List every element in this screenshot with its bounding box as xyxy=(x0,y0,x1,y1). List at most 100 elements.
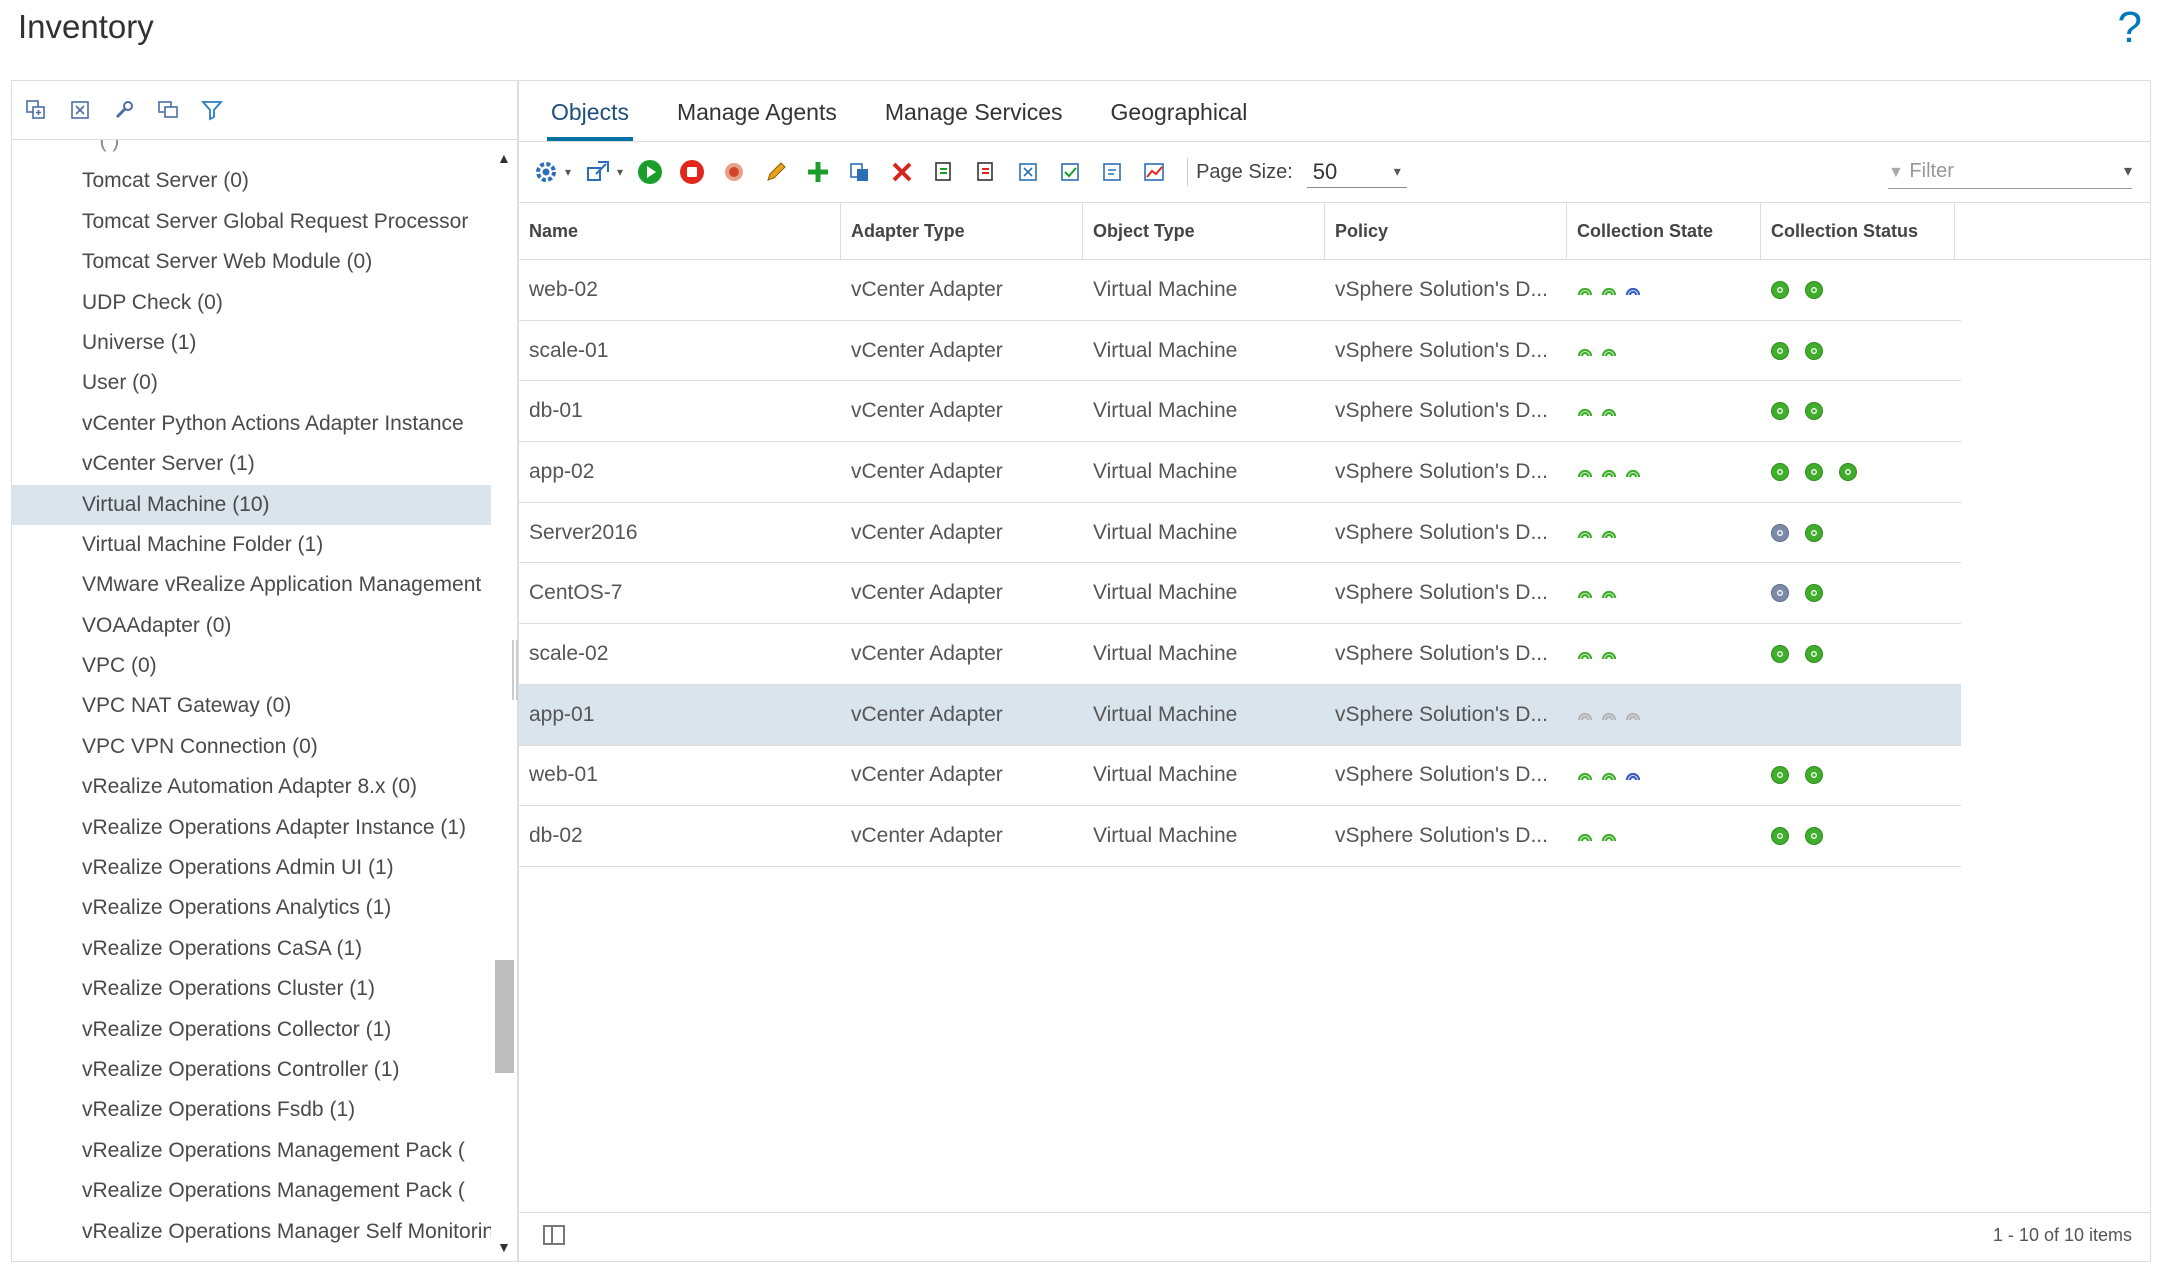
tree-item[interactable]: Tomcat Server (0) xyxy=(12,161,491,201)
inventory-tree-panel: ( ) Tomcat Server (0) Tomcat Server Glob… xyxy=(11,80,518,1262)
tree-item[interactable]: vRealize Automation Adapter 8.x (0) xyxy=(12,767,491,807)
table-row[interactable]: CentOS-7 vCenter Adapter Virtual Machine vS… xyxy=(519,563,1961,625)
column-header-adapter-type[interactable]: Adapter Type xyxy=(841,203,1083,259)
column-header-collection-state[interactable]: Collection State xyxy=(1567,203,1761,259)
scroll-down-arrow-icon[interactable]: ▼ xyxy=(497,1239,511,1255)
tree-item[interactable]: vCenter Python Actions Adapter Instance xyxy=(12,404,491,444)
collection-state-cell xyxy=(1567,260,1761,320)
tree-item[interactable]: vRealize Operations Fsdb (1) xyxy=(12,1090,491,1130)
add-icon[interactable] xyxy=(801,155,835,189)
page-size-label: Page Size: xyxy=(1196,160,1293,183)
tab-geographical[interactable]: Geographical xyxy=(1111,81,1248,141)
collection-status-cell xyxy=(1761,806,1955,866)
tree-item[interactable]: Universe (1) xyxy=(12,323,491,363)
tree-item[interactable]: vRealize Operations Controller (1) xyxy=(12,1050,491,1090)
table-row[interactable]: Server2016 vCenter Adapter Virtual Machine… xyxy=(519,503,1961,564)
add-group-icon[interactable] xyxy=(581,155,615,189)
column-header-collection-status[interactable]: Collection Status xyxy=(1761,203,1955,259)
table-row[interactable]: db-02 vCenter Adapter Virtual Machine vSphe… xyxy=(519,806,1961,867)
tree-item[interactable]: vRealize Operations Analytics (1) xyxy=(12,888,491,928)
import-icon[interactable] xyxy=(969,155,1003,189)
collection-state-cell xyxy=(1567,746,1761,806)
clone-icon[interactable] xyxy=(843,155,877,189)
collection-status-icon xyxy=(1771,280,1789,299)
tree-item[interactable]: VOAAdapter (0) xyxy=(12,606,491,646)
collection-status-icon xyxy=(1805,341,1823,360)
delete-icon[interactable] xyxy=(885,155,919,189)
tree-item[interactable]: vRealize Operations Manager Self Monitor… xyxy=(12,1212,491,1252)
chevron-down-icon[interactable]: ▾ xyxy=(565,165,571,179)
tree-item[interactable]: vRealize Operations Collector (1) xyxy=(12,1010,491,1050)
column-header-object-type[interactable]: Object Type xyxy=(1083,203,1325,259)
tree-item[interactable]: VMware vRealize Application Management xyxy=(12,565,491,605)
grid-body: web-02 vCenter Adapter Virtual Machine vSph… xyxy=(519,260,2150,867)
help-icon[interactable]: ? xyxy=(2118,6,2142,50)
policy-cell: vSphere Solution's D... xyxy=(1335,520,1548,544)
edit-pencil-icon[interactable] xyxy=(759,155,793,189)
table-row[interactable]: app-02 vCenter Adapter Virtual Machine vSph… xyxy=(519,442,1961,503)
collection-status-icon xyxy=(1805,402,1823,421)
tree-item[interactable]: User (0) xyxy=(12,363,491,403)
tree-scrollbar[interactable]: ▲ ▼ xyxy=(491,140,517,1261)
filter-input[interactable]: ▼ Filter ▾ xyxy=(1888,154,2132,189)
tree-item[interactable]: vRealize Operations Cluster (1) xyxy=(12,969,491,1009)
chevron-down-icon[interactable]: ▾ xyxy=(2124,161,2132,181)
tree-item[interactable]: vRealize Operations Management Pack ( xyxy=(12,1131,491,1171)
properties-icon[interactable] xyxy=(1095,155,1129,189)
tree-item[interactable]: Tomcat Server Global Request Processor xyxy=(12,202,491,242)
table-row[interactable]: web-01 vCenter Adapter Virtual Machine vSph… xyxy=(519,746,1961,807)
gear-icon[interactable] xyxy=(529,155,563,189)
tree-item[interactable]: Virtual Machine Folder (1) xyxy=(12,525,491,565)
tab-manage-agents[interactable]: Manage Agents xyxy=(677,81,837,141)
tree-item[interactable]: Tomcat Server Web Module (0) xyxy=(12,242,491,282)
table-row[interactable]: db-01 vCenter Adapter Virtual Machine vSphe… xyxy=(519,381,1961,443)
table-row[interactable]: app-01 vCenter Adapter Virtual Machine vSph… xyxy=(519,684,1961,746)
collection-state-cell xyxy=(1567,381,1761,441)
page-size-select[interactable]: 50 ▾ xyxy=(1306,157,1407,188)
scrollbar-thumb[interactable] xyxy=(495,960,514,1073)
collapse-all-icon[interactable] xyxy=(68,98,92,122)
table-row[interactable]: scale-02 vCenter Adapter Virtual Machine vS… xyxy=(519,624,1961,685)
tree-item[interactable]: vRealize Operations Admin UI (1) xyxy=(12,848,491,888)
tree-item-virtual-machine[interactable]: Virtual Machine (10) xyxy=(12,484,491,525)
tree-item[interactable]: VPC VPN Connection (0) xyxy=(12,727,491,767)
tree-item[interactable]: vRealize Operations Adapter Instance (1) xyxy=(12,808,491,848)
expand-all-icon[interactable] xyxy=(24,98,48,122)
tab-objects[interactable]: Objects xyxy=(547,81,633,141)
export-icon[interactable] xyxy=(927,155,961,189)
table-row[interactable]: web-02 vCenter Adapter Virtual Machine vSph… xyxy=(519,260,1961,321)
stop-collecting-icon[interactable] xyxy=(675,155,709,189)
collection-state-icon xyxy=(1601,527,1617,539)
collection-status-cell xyxy=(1761,442,1955,502)
tree-item[interactable]: UDP Check (0) xyxy=(12,283,491,323)
copy-icon[interactable] xyxy=(156,98,180,122)
remove-from-group-icon[interactable] xyxy=(1011,155,1045,189)
chart-icon[interactable] xyxy=(1137,155,1171,189)
collection-state-cell xyxy=(1567,806,1761,866)
column-header-name[interactable]: Name xyxy=(519,203,841,259)
objects-panel: Objects Manage Agents Manage Services Ge… xyxy=(518,80,2151,1262)
wrench-icon[interactable] xyxy=(112,98,136,122)
objects-grid: Name Adapter Type Object Type Policy Col… xyxy=(519,203,2150,1213)
tree-item[interactable]: vRealize Operations CaSA (1) xyxy=(12,929,491,969)
collection-state-icon xyxy=(1601,769,1617,781)
chevron-down-icon[interactable]: ▾ xyxy=(617,165,623,179)
maintenance-icon[interactable] xyxy=(717,155,751,189)
column-toggle-icon[interactable] xyxy=(543,1225,565,1245)
tree-item[interactable]: vCenter Server (1) xyxy=(12,444,491,484)
table-row[interactable]: scale-01 vCenter Adapter Virtual Machine vS… xyxy=(519,321,1961,382)
tab-manage-services[interactable]: Manage Services xyxy=(885,81,1063,141)
tree-item[interactable]: ( ) xyxy=(12,140,491,161)
collection-status-icon xyxy=(1805,280,1823,299)
collection-state-icon xyxy=(1577,405,1593,417)
collection-state-icon xyxy=(1601,345,1617,357)
filter-icon[interactable] xyxy=(200,98,224,122)
validate-icon[interactable] xyxy=(1053,155,1087,189)
collection-state-icon xyxy=(1601,405,1617,417)
tree-item[interactable]: VPC NAT Gateway (0) xyxy=(12,686,491,726)
column-header-policy[interactable]: Policy xyxy=(1325,203,1567,259)
tree-item[interactable]: VPC (0) xyxy=(12,646,491,686)
scroll-up-arrow-icon[interactable]: ▲ xyxy=(497,150,511,166)
start-collecting-icon[interactable] xyxy=(633,155,667,189)
tree-item[interactable]: vRealize Operations Management Pack ( xyxy=(12,1171,491,1211)
